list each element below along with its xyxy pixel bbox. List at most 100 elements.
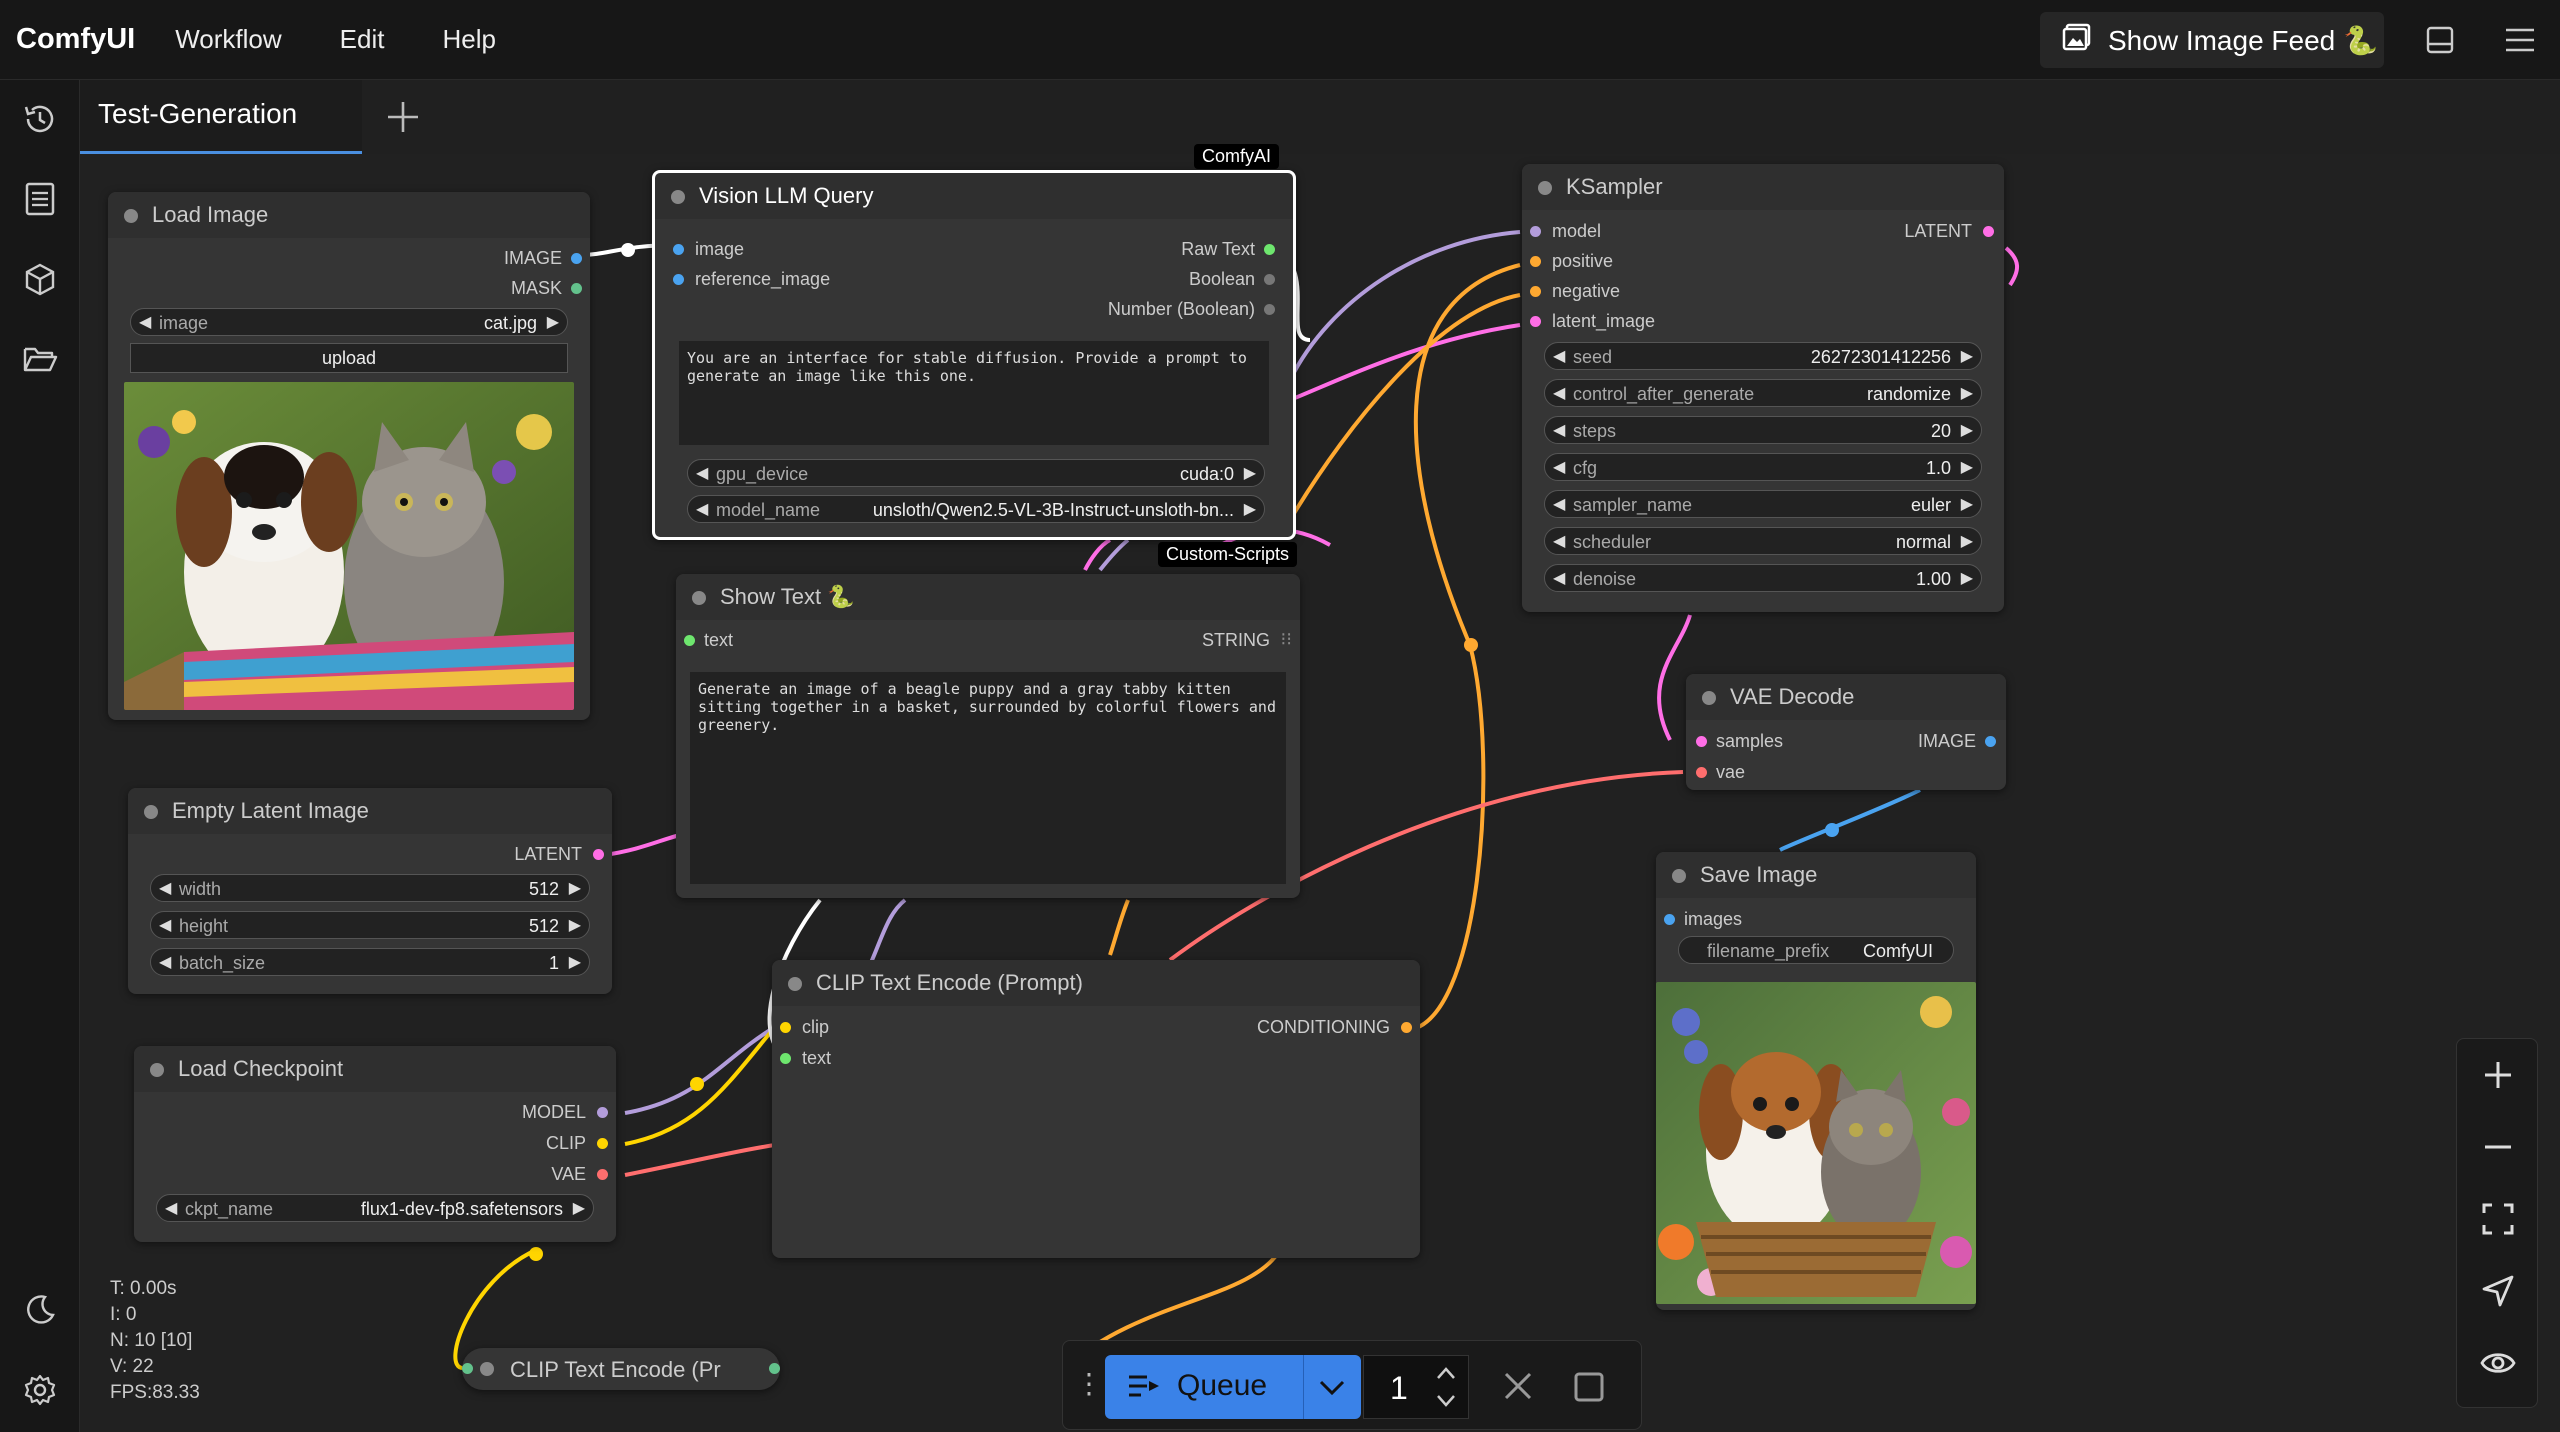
model-name-widget[interactable]: ◀ model_name unsloth/Qwen2.5-VL-3B-Instr…: [687, 495, 1265, 523]
settings-gear-icon[interactable]: [18, 1368, 62, 1412]
queue-list-icon[interactable]: [18, 177, 62, 221]
menu-edit[interactable]: Edit: [340, 24, 385, 55]
input-text-slot[interactable]: [780, 1053, 791, 1064]
node-empty-latent-image[interactable]: Empty Latent Image LATENT ◀ width 512 ▶ ◀ he…: [128, 788, 612, 994]
grid-dots-icon[interactable]: ⁝⁝: [1281, 629, 1292, 650]
arrow-left-icon[interactable]: ◀: [1553, 531, 1565, 551]
menu-help[interactable]: Help: [442, 24, 495, 55]
input-images-slot[interactable]: [1664, 914, 1675, 925]
arrow-right-icon[interactable]: ▶: [1961, 568, 1973, 588]
output-raw-text-slot[interactable]: [1264, 244, 1275, 255]
arrow-right-icon[interactable]: ▶: [1244, 499, 1256, 519]
node-vision-llm-query[interactable]: Vision LLM Query image reference_image R…: [652, 170, 1296, 540]
hamburger-menu-icon[interactable]: [2498, 18, 2542, 62]
queue-button[interactable]: Queue: [1105, 1355, 1361, 1419]
tab-test-generation[interactable]: Test-Generation: [80, 80, 362, 154]
collapse-dot[interactable]: [480, 1362, 494, 1376]
workflows-folder-icon[interactable]: [18, 337, 62, 381]
output-mask-slot[interactable]: [571, 283, 582, 294]
arrow-right-icon[interactable]: ▶: [1961, 494, 1973, 514]
menu-workflow[interactable]: Workflow: [175, 24, 281, 55]
node-load-checkpoint[interactable]: Load Checkpoint MODEL CLIP VAE ◀ ckpt_nam…: [134, 1046, 616, 1242]
prompt-textarea[interactable]: You are an interface for stable diffusio…: [679, 341, 1269, 445]
control-after-generate-widget[interactable]: ◀ control_after_generate randomize ▶: [1544, 379, 1982, 407]
arrow-right-icon[interactable]: ▶: [573, 1198, 585, 1218]
input-clip-slot[interactable]: [780, 1022, 791, 1033]
node-clip-text-encode-collapsed[interactable]: CLIP Text Encode (Pr: [462, 1348, 780, 1390]
chevron-down-icon[interactable]: [1434, 1392, 1458, 1410]
gpu-device-widget[interactable]: ◀ gpu_device cuda:0 ▶: [687, 459, 1265, 487]
input-vae-slot[interactable]: [1696, 767, 1707, 778]
output-slot[interactable]: [769, 1363, 780, 1374]
drag-handle-icon[interactable]: ⋮: [1075, 1367, 1103, 1400]
add-tab-icon[interactable]: [382, 96, 424, 138]
output-conditioning-slot[interactable]: [1401, 1022, 1412, 1033]
node-show-text[interactable]: Show Text 🐍 text STRING ⁝⁝ Generate an i…: [676, 574, 1300, 898]
input-positive-slot[interactable]: [1530, 256, 1541, 267]
theme-moon-icon[interactable]: [18, 1288, 62, 1332]
fit-view-icon[interactable]: [2476, 1197, 2520, 1241]
collapse-dot[interactable]: [692, 591, 706, 605]
arrow-left-icon[interactable]: ◀: [1553, 420, 1565, 440]
filename-prefix-widget[interactable]: filename_prefix ComfyUI: [1678, 936, 1954, 964]
output-image-slot[interactable]: [571, 253, 582, 264]
cfg-widget[interactable]: ◀ cfg 1.0 ▶: [1544, 453, 1982, 481]
collapse-dot[interactable]: [788, 977, 802, 991]
collapse-dot[interactable]: [1538, 181, 1552, 195]
collapse-dot[interactable]: [150, 1063, 164, 1077]
zoom-out-minus-icon[interactable]: [2476, 1125, 2520, 1169]
arrow-left-icon[interactable]: ◀: [1553, 568, 1565, 588]
width-widget[interactable]: ◀ width 512 ▶: [150, 874, 590, 902]
arrow-left-icon[interactable]: ◀: [1553, 457, 1565, 477]
scheduler-widget[interactable]: ◀ scheduler normal ▶: [1544, 527, 1982, 555]
output-number-boolean-slot[interactable]: [1264, 304, 1275, 315]
node-save-image[interactable]: Save Image images filename_prefix ComfyU…: [1656, 852, 1976, 1310]
arrow-right-icon[interactable]: ▶: [547, 312, 559, 332]
input-slot[interactable]: [462, 1363, 473, 1374]
collapse-dot[interactable]: [1672, 869, 1686, 883]
history-icon[interactable]: [18, 97, 62, 141]
input-samples-slot[interactable]: [1696, 736, 1707, 747]
height-widget[interactable]: ◀ height 512 ▶: [150, 911, 590, 939]
arrow-left-icon[interactable]: ◀: [1553, 494, 1565, 514]
arrow-left-icon[interactable]: ◀: [696, 499, 708, 519]
arrow-right-icon[interactable]: ▶: [1961, 383, 1973, 403]
toggle-panel-icon[interactable]: [2418, 18, 2462, 62]
arrow-left-icon[interactable]: ◀: [696, 463, 708, 483]
pointer-arrow-icon[interactable]: [2476, 1269, 2520, 1313]
arrow-left-icon[interactable]: ◀: [139, 312, 151, 332]
arrow-left-icon[interactable]: ◀: [1553, 383, 1565, 403]
arrow-right-icon[interactable]: ▶: [569, 878, 581, 898]
arrow-left-icon[interactable]: ◀: [1553, 346, 1565, 366]
collapse-dot[interactable]: [124, 209, 138, 223]
batch-size-widget[interactable]: ◀ batch_size 1 ▶: [150, 948, 590, 976]
ckpt-name-widget[interactable]: ◀ ckpt_name flux1-dev-fp8.safetensors ▶: [156, 1194, 594, 1222]
chevron-up-icon[interactable]: [1434, 1364, 1458, 1382]
seed-widget[interactable]: ◀ seed 26272301412256 ▶: [1544, 342, 1982, 370]
node-load-image[interactable]: Load Image IMAGE MASK ◀ image cat.jpg ▶ …: [108, 192, 590, 720]
queue-mode-dropdown[interactable]: [1303, 1355, 1361, 1419]
toggle-links-eye-icon[interactable]: [2476, 1341, 2520, 1385]
arrow-right-icon[interactable]: ▶: [569, 952, 581, 972]
arrow-right-icon[interactable]: ▶: [1244, 463, 1256, 483]
input-image-slot[interactable]: [673, 244, 684, 255]
output-clip-slot[interactable]: [597, 1138, 608, 1149]
zoom-in-plus-icon[interactable]: [2476, 1053, 2520, 1097]
input-model-slot[interactable]: [1530, 226, 1541, 237]
cancel-x-icon[interactable]: [1501, 1369, 1535, 1408]
output-vae-slot[interactable]: [597, 1169, 608, 1180]
image-combo-widget[interactable]: ◀ image cat.jpg ▶: [130, 308, 568, 336]
node-vae-decode[interactable]: VAE Decode samples vae IMAGE: [1686, 674, 2006, 790]
sampler-name-widget[interactable]: ◀ sampler_name euler ▶: [1544, 490, 1982, 518]
arrow-left-icon[interactable]: ◀: [159, 952, 171, 972]
output-image-slot[interactable]: [1985, 736, 1996, 747]
input-text-slot[interactable]: [684, 635, 695, 646]
collapse-dot[interactable]: [1702, 691, 1716, 705]
stop-square-icon[interactable]: [1573, 1371, 1605, 1408]
arrow-left-icon[interactable]: ◀: [165, 1198, 177, 1218]
arrow-left-icon[interactable]: ◀: [159, 878, 171, 898]
input-negative-slot[interactable]: [1530, 286, 1541, 297]
input-latent-image-slot[interactable]: [1530, 316, 1541, 327]
arrow-left-icon[interactable]: ◀: [159, 915, 171, 935]
output-boolean-slot[interactable]: [1264, 274, 1275, 285]
